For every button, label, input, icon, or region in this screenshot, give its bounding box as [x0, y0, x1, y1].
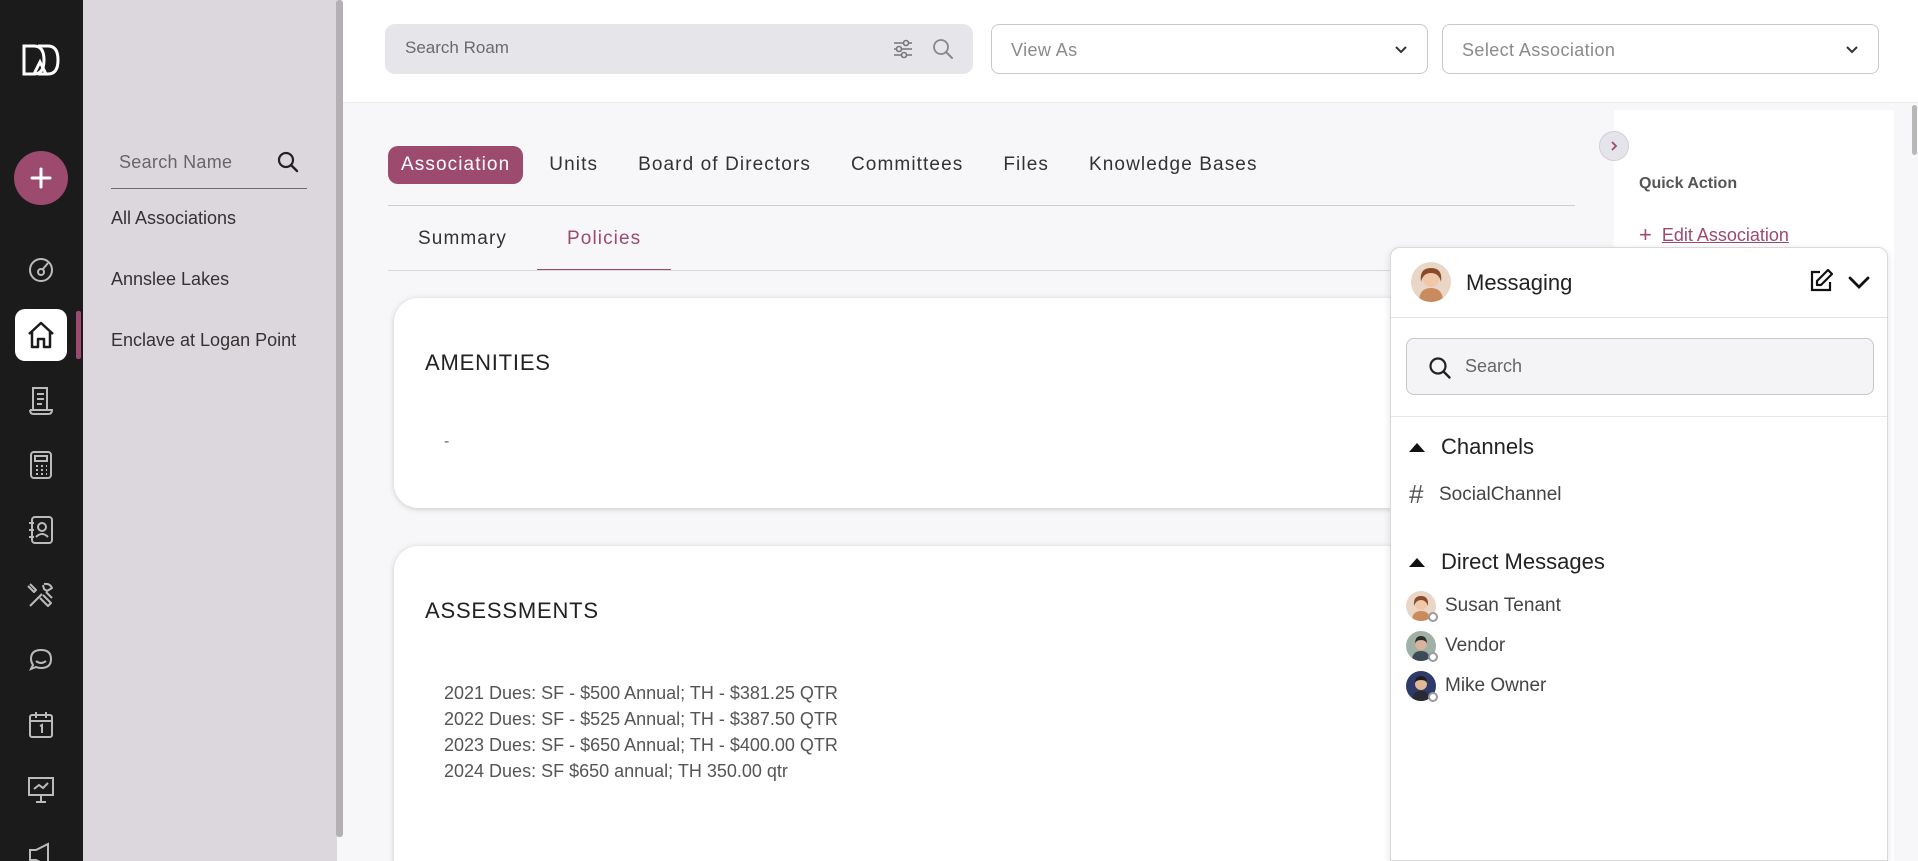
sub-tabs: Summary Policies — [388, 216, 672, 271]
compose-icon[interactable] — [1808, 268, 1834, 294]
amenities-value: - — [444, 433, 450, 450]
search-roam-input[interactable] — [405, 38, 885, 58]
user-avatar — [1411, 262, 1451, 302]
tab-committees[interactable]: Committees — [851, 146, 963, 184]
dues-line: 2021 Dues: SF - $500 Annual; TH - $381.2… — [444, 683, 838, 703]
calendar-icon[interactable] — [15, 699, 67, 751]
chevron-down-icon — [1846, 46, 1858, 54]
presence-indicator — [1428, 612, 1438, 622]
main-tabs: Association Units Board of Directors Com… — [388, 146, 1298, 184]
plus-icon: + — [1639, 222, 1652, 247]
chat-icon[interactable] — [15, 634, 67, 686]
hash-icon: # — [1409, 479, 1424, 509]
assessments-title: ASSESSMENTS — [425, 598, 599, 623]
channels-section-toggle[interactable]: Channels — [1409, 434, 1534, 460]
caret-up-icon — [1409, 557, 1425, 567]
messaging-search — [1406, 338, 1874, 395]
sidebar-item-annslee-lakes[interactable]: Annslee Lakes — [111, 269, 229, 290]
view-as-value: View As — [1011, 40, 1078, 60]
sidebar-item-all-associations[interactable]: All Associations — [111, 208, 236, 229]
tab-summary[interactable]: Summary — [388, 216, 537, 271]
global-search — [385, 24, 973, 74]
chevron-down-icon[interactable] — [1847, 270, 1871, 294]
megaphone-icon[interactable] — [15, 829, 67, 861]
ledger-icon[interactable] — [15, 374, 67, 426]
channel-item[interactable]: # SocialChannel — [1409, 479, 1562, 510]
plus-icon — [30, 167, 52, 189]
messaging-header[interactable]: Messaging — [1391, 248, 1887, 318]
dashboard-icon[interactable] — [15, 244, 67, 296]
select-association-select[interactable]: Select Association — [1442, 24, 1879, 74]
contacts-icon[interactable] — [15, 504, 67, 556]
search-icon[interactable] — [277, 151, 299, 173]
quick-action-title: Quick Action — [1639, 175, 1738, 192]
association-sidebar: All Associations Annslee Lakes Enclave a… — [83, 0, 337, 861]
tab-association[interactable]: Association — [388, 146, 524, 184]
tab-board-of-directors[interactable]: Board of Directors — [638, 146, 811, 184]
channel-name: SocialChannel — [1439, 483, 1562, 505]
presence-indicator — [1428, 652, 1438, 662]
presence-indicator — [1428, 692, 1438, 702]
dm-name: Susan Tenant — [1445, 595, 1561, 616]
chevron-down-icon — [1395, 46, 1407, 54]
direct-message-item[interactable]: Susan Tenant — [1406, 591, 1561, 622]
sidebar-item-enclave-at-logan-point[interactable]: Enclave at Logan Point — [111, 330, 296, 351]
tab-units[interactable]: Units — [549, 146, 598, 184]
tab-policies[interactable]: Policies — [537, 216, 672, 271]
search-icon — [1429, 357, 1451, 379]
app-logo-icon[interactable] — [20, 40, 62, 78]
direct-messages-section-toggle[interactable]: Direct Messages — [1409, 549, 1605, 575]
calculator-icon[interactable] — [15, 439, 67, 491]
select-association-value: Select Association — [1462, 40, 1616, 60]
dm-name: Vendor — [1445, 635, 1506, 656]
channels-label: Channels — [1441, 434, 1534, 459]
messaging-divider — [1391, 416, 1887, 417]
messaging-search-input[interactable] — [1465, 356, 1845, 377]
sidebar-search — [111, 137, 307, 189]
view-as-select[interactable]: View As — [991, 24, 1428, 74]
assessments-dues-list: 2021 Dues: SF - $500 Annual; TH - $381.2… — [444, 680, 838, 784]
sidebar-scrollbar[interactable] — [336, 0, 343, 837]
icon-rail — [0, 0, 83, 861]
chevron-right-icon — [1611, 141, 1618, 151]
search-icon[interactable] — [932, 38, 954, 60]
filter-sliders-icon[interactable] — [892, 38, 914, 60]
dm-name: Mike Owner — [1445, 675, 1547, 696]
dues-line: 2024 Dues: SF $650 annual; TH 350.00 qtr — [444, 761, 788, 781]
edit-association-label: Edit Association — [1661, 224, 1789, 245]
tab-knowledge-bases[interactable]: Knowledge Bases — [1089, 146, 1258, 184]
presentation-icon[interactable] — [15, 764, 67, 816]
add-new-button[interactable] — [14, 151, 68, 205]
dues-line: 2023 Dues: SF - $650 Annual; TH - $400.0… — [444, 735, 838, 755]
direct-message-item[interactable]: Vendor — [1406, 631, 1506, 662]
tab-files[interactable]: Files — [1003, 146, 1049, 184]
tools-icon[interactable] — [15, 569, 67, 621]
home-icon[interactable] — [15, 309, 67, 361]
amenities-title: AMENITIES — [425, 350, 551, 375]
direct-message-item[interactable]: Mike Owner — [1406, 671, 1547, 702]
direct-messages-label: Direct Messages — [1441, 549, 1605, 574]
messaging-panel: Messaging Channels # SocialChannel Direc… — [1390, 247, 1888, 861]
dues-line: 2022 Dues: SF - $525 Annual; TH - $387.5… — [444, 709, 838, 729]
main-scrollbar[interactable] — [1912, 105, 1917, 155]
tabs-divider — [388, 205, 1575, 206]
quick-action-toggle[interactable] — [1599, 131, 1629, 161]
search-name-input[interactable] — [111, 152, 271, 173]
caret-up-icon — [1409, 442, 1425, 452]
edit-association-link[interactable]: + Edit Association — [1639, 222, 1789, 248]
active-indicator — [76, 311, 81, 359]
messaging-title: Messaging — [1466, 270, 1573, 295]
